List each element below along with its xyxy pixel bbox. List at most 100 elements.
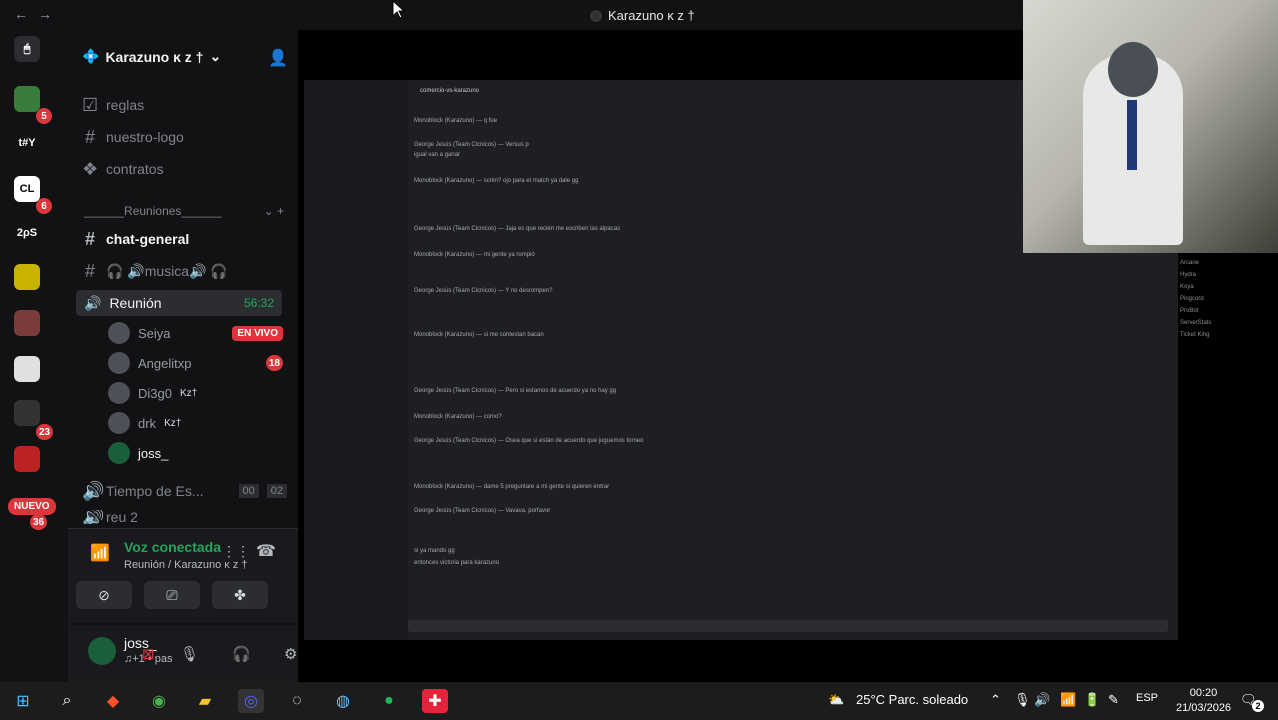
chat-message: Monoblock (Karazuno) — como? xyxy=(414,414,502,420)
unread-badge: 36 xyxy=(30,514,48,530)
chevron-up-icon[interactable]: ⌃ xyxy=(990,692,1001,708)
server-icon[interactable]: 2ρS xyxy=(14,220,40,246)
microphone-icon[interactable]: 🎙 xyxy=(1014,692,1031,708)
unread-badge: 23 xyxy=(36,424,54,440)
member-name: Di3g0 xyxy=(138,385,172,401)
system-clock[interactable]: 00:20 21/03/2026 xyxy=(1176,686,1231,716)
server-name: Karazuno ĸ z † xyxy=(105,48,204,65)
message-input xyxy=(408,620,1168,632)
voice-channel-reunion[interactable]: 🔊 Reunión 56:32 xyxy=(76,290,282,316)
chat-message: George Jesús (Team Cicnicos) — Vavava, p… xyxy=(414,508,551,514)
category-reuniones[interactable]: ______Reuniones______ ⌄ + xyxy=(84,204,284,218)
voice-channel-reu2[interactable]: 🔊 reu 2 xyxy=(82,510,287,524)
settings-gear-icon[interactable]: ⚙ xyxy=(284,645,297,663)
member-entry: Koya xyxy=(1180,284,1194,290)
chat-message: Monoblock (Karazuno) — scrim? ojo para e… xyxy=(414,178,579,184)
pen-icon[interactable]: ✎ xyxy=(1108,692,1119,708)
speaker-icon: 🔊 xyxy=(84,294,102,311)
voice-member[interactable]: Angelitxp 18 xyxy=(108,350,283,376)
clan-tag: Kz† xyxy=(179,387,198,399)
new-badge: NUEVO xyxy=(8,498,56,515)
microphone-icon[interactable]: 🎙 xyxy=(180,645,199,663)
chat-message: Monoblock (Karazuno) — mi gente ya rompi… xyxy=(414,252,535,258)
add-channel-icon[interactable]: ⌄ + xyxy=(264,204,284,218)
voice-member[interactable]: drk Kz† xyxy=(108,410,283,436)
back-arrow-icon[interactable]: ← xyxy=(14,6,28,22)
server-icon[interactable] xyxy=(14,86,40,112)
search-icon[interactable]: ⌕ xyxy=(54,689,80,713)
clock-time: 00:20 xyxy=(1189,687,1218,699)
member-entry: ServerStats xyxy=(1180,320,1212,326)
channel-chat-general[interactable]: # chat-general xyxy=(82,226,287,252)
hash-icon: # xyxy=(84,126,95,147)
voice-location[interactable]: Reunión / Karazuno ĸ z † xyxy=(124,559,248,571)
add-member-icon[interactable]: 👤 xyxy=(268,48,288,68)
screen-share-button[interactable]: ⎚ xyxy=(144,581,200,609)
chrome-icon[interactable]: ◉ xyxy=(146,689,172,713)
count-badge: 00 xyxy=(238,484,259,498)
forum-icon: ❖ xyxy=(82,158,99,179)
voice-member[interactable]: Di3g0 Kz† xyxy=(108,380,283,406)
chat-message: George Jesús (Team Cicnicos) — Osea que … xyxy=(414,438,644,444)
forward-arrow-icon[interactable]: → xyxy=(38,6,52,22)
spotify-icon[interactable]: ● xyxy=(376,689,402,713)
voice-channel-tiempo[interactable]: 🔊 Tiempo de Es... 00 02 xyxy=(82,478,287,504)
headphones-icon[interactable]: 🎧 xyxy=(232,645,251,663)
unread-badge: 5 xyxy=(36,108,52,124)
channel-label: contratos xyxy=(106,161,164,177)
server-icon[interactable] xyxy=(14,356,40,382)
stream-off-icon[interactable]: ⊠ xyxy=(142,645,155,663)
disconnect-icon[interactable]: ☎ xyxy=(256,541,276,561)
chat-message: igual van a ganar xyxy=(414,152,461,158)
avatar[interactable] xyxy=(88,637,116,665)
windows-start-icon[interactable]: ⊞ xyxy=(10,689,36,713)
channel-reglas[interactable]: ☑ reglas xyxy=(82,92,287,118)
chat-message: entonces victoria para karazuno xyxy=(414,560,500,566)
server-icon[interactable] xyxy=(14,400,40,426)
server-list: 🖱 5 t#Y CL 6 2ρS 23 NUEVO 36 xyxy=(0,30,68,682)
server-label: CL xyxy=(19,183,35,195)
channel-nuestro-logo[interactable]: # nuestro-logo xyxy=(82,124,287,150)
clock-date: 21/03/2026 xyxy=(1176,702,1232,714)
voice-member[interactable]: Seiya EN VIVO xyxy=(108,320,283,346)
server-icon[interactable]: t#Y xyxy=(14,130,40,156)
camera-off-button[interactable]: ⊘ xyxy=(76,581,132,609)
server-icon[interactable] xyxy=(14,264,40,290)
voice-status: Voz conectada xyxy=(124,539,221,555)
obs-icon[interactable]: ◌ xyxy=(284,689,310,713)
wifi-icon[interactable]: 📶 xyxy=(1060,692,1076,708)
chat-message: George Jesús (Team Cicnicos) — Y no desr… xyxy=(414,288,553,294)
channel-contratos[interactable]: ❖ contratos xyxy=(82,156,287,182)
server-icon: 💠 xyxy=(82,48,100,64)
weather-text[interactable]: 25°C Parc. soleado xyxy=(856,692,968,707)
server-icon[interactable]: CL xyxy=(14,176,40,202)
volume-icon[interactable]: 🔊 xyxy=(1034,692,1050,708)
notification-count: 2 xyxy=(1252,700,1264,712)
chat-message: Monoblock (Karazuno) — dame 5 preguntare… xyxy=(414,484,610,490)
steam-icon[interactable]: ◍ xyxy=(330,689,356,713)
shared-member-list: Arcane Hydra Koya Pingcord ProBot Server… xyxy=(1180,260,1275,344)
voice-member[interactable]: joss_ xyxy=(108,440,283,466)
discord-icon[interactable]: ◎ xyxy=(238,689,264,713)
mouse-icon[interactable]: 🖱 xyxy=(14,36,40,62)
server-icon[interactable] xyxy=(14,446,40,472)
hash-icon: # xyxy=(84,260,95,281)
folder-icon[interactable]: ▰ xyxy=(192,689,218,713)
screen-share-icon: ⎚ xyxy=(166,586,178,603)
channel-musica[interactable]: # 🎧 🔊musica🔊 🎧 xyxy=(82,258,287,284)
app-icon[interactable]: ✚ xyxy=(422,689,448,713)
channel-label: nuestro-logo xyxy=(106,129,184,145)
server-header[interactable]: 💠 Karazuno ĸ z † ⌄ xyxy=(82,48,221,65)
server-icon[interactable] xyxy=(14,310,40,336)
screen-share-stream[interactable]: comercio-vs-karazuno Monoblock (Karazuno… xyxy=(300,0,1278,682)
mouse-cursor-icon xyxy=(392,0,406,19)
noise-suppression-icon[interactable]: ⋮⋮ xyxy=(222,543,250,560)
channel-label: reglas xyxy=(106,97,145,113)
channel-sidebar: 💠 Karazuno ĸ z † ⌄ 👤 ☑ reglas # nuestro-logo… xyxy=(68,30,298,682)
language-indicator[interactable]: ESP xyxy=(1136,692,1158,704)
channel-label: chat-general xyxy=(106,231,190,247)
brave-icon[interactable]: ◆ xyxy=(100,689,126,713)
battery-icon[interactable]: 🔋 xyxy=(1084,692,1100,708)
speaker-icon: 🔊 xyxy=(82,480,105,501)
activities-button[interactable]: ✤ xyxy=(212,581,268,609)
